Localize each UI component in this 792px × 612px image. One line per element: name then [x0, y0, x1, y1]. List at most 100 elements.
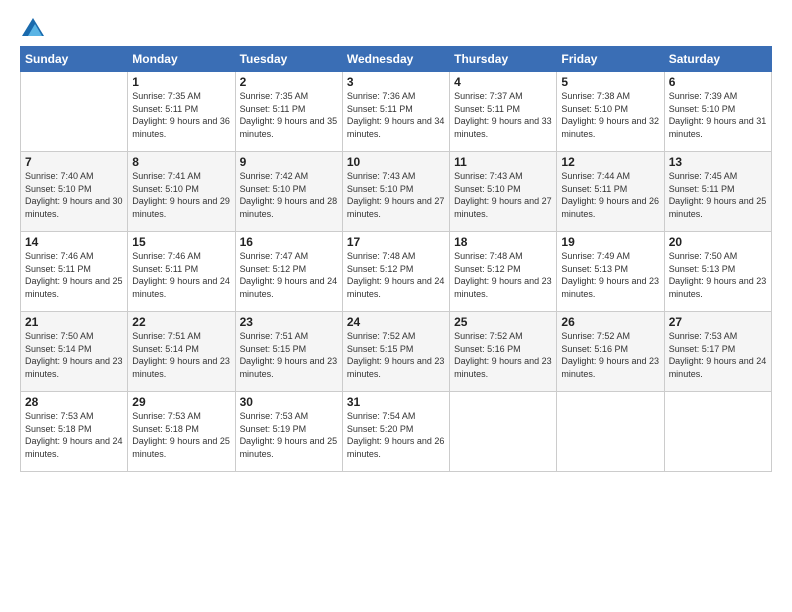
day-number: 13 [669, 155, 767, 169]
calendar-cell [450, 392, 557, 472]
day-number: 24 [347, 315, 445, 329]
day-info: Sunrise: 7:40 AMSunset: 5:10 PMDaylight:… [25, 170, 123, 220]
day-number: 8 [132, 155, 230, 169]
day-number: 28 [25, 395, 123, 409]
calendar-cell: 21Sunrise: 7:50 AMSunset: 5:14 PMDayligh… [21, 312, 128, 392]
day-number: 18 [454, 235, 552, 249]
day-number: 20 [669, 235, 767, 249]
week-row-4: 21Sunrise: 7:50 AMSunset: 5:14 PMDayligh… [21, 312, 772, 392]
calendar-cell: 4Sunrise: 7:37 AMSunset: 5:11 PMDaylight… [450, 72, 557, 152]
day-number: 10 [347, 155, 445, 169]
week-row-5: 28Sunrise: 7:53 AMSunset: 5:18 PMDayligh… [21, 392, 772, 472]
calendar-cell: 26Sunrise: 7:52 AMSunset: 5:16 PMDayligh… [557, 312, 664, 392]
day-number: 29 [132, 395, 230, 409]
logo-icon [22, 18, 44, 36]
calendar-cell: 23Sunrise: 7:51 AMSunset: 5:15 PMDayligh… [235, 312, 342, 392]
calendar-cell: 19Sunrise: 7:49 AMSunset: 5:13 PMDayligh… [557, 232, 664, 312]
day-info: Sunrise: 7:47 AMSunset: 5:12 PMDaylight:… [240, 250, 338, 300]
calendar-cell [557, 392, 664, 472]
calendar-cell: 14Sunrise: 7:46 AMSunset: 5:11 PMDayligh… [21, 232, 128, 312]
week-row-2: 7Sunrise: 7:40 AMSunset: 5:10 PMDaylight… [21, 152, 772, 232]
day-number: 21 [25, 315, 123, 329]
weekday-header-wednesday: Wednesday [342, 47, 449, 72]
calendar-cell: 8Sunrise: 7:41 AMSunset: 5:10 PMDaylight… [128, 152, 235, 232]
day-info: Sunrise: 7:52 AMSunset: 5:15 PMDaylight:… [347, 330, 445, 380]
day-number: 5 [561, 75, 659, 89]
day-info: Sunrise: 7:35 AMSunset: 5:11 PMDaylight:… [132, 90, 230, 140]
weekday-header-sunday: Sunday [21, 47, 128, 72]
day-number: 25 [454, 315, 552, 329]
day-info: Sunrise: 7:39 AMSunset: 5:10 PMDaylight:… [669, 90, 767, 140]
day-number: 4 [454, 75, 552, 89]
day-info: Sunrise: 7:46 AMSunset: 5:11 PMDaylight:… [132, 250, 230, 300]
calendar-cell: 31Sunrise: 7:54 AMSunset: 5:20 PMDayligh… [342, 392, 449, 472]
day-number: 23 [240, 315, 338, 329]
day-number: 19 [561, 235, 659, 249]
day-info: Sunrise: 7:45 AMSunset: 5:11 PMDaylight:… [669, 170, 767, 220]
day-info: Sunrise: 7:43 AMSunset: 5:10 PMDaylight:… [347, 170, 445, 220]
day-info: Sunrise: 7:52 AMSunset: 5:16 PMDaylight:… [454, 330, 552, 380]
day-info: Sunrise: 7:54 AMSunset: 5:20 PMDaylight:… [347, 410, 445, 460]
day-info: Sunrise: 7:35 AMSunset: 5:11 PMDaylight:… [240, 90, 338, 140]
day-number: 12 [561, 155, 659, 169]
day-info: Sunrise: 7:51 AMSunset: 5:15 PMDaylight:… [240, 330, 338, 380]
day-number: 9 [240, 155, 338, 169]
day-number: 15 [132, 235, 230, 249]
day-info: Sunrise: 7:44 AMSunset: 5:11 PMDaylight:… [561, 170, 659, 220]
day-info: Sunrise: 7:53 AMSunset: 5:18 PMDaylight:… [132, 410, 230, 460]
calendar-cell: 12Sunrise: 7:44 AMSunset: 5:11 PMDayligh… [557, 152, 664, 232]
weekday-header-friday: Friday [557, 47, 664, 72]
day-info: Sunrise: 7:53 AMSunset: 5:17 PMDaylight:… [669, 330, 767, 380]
calendar-cell: 27Sunrise: 7:53 AMSunset: 5:17 PMDayligh… [664, 312, 771, 392]
day-info: Sunrise: 7:52 AMSunset: 5:16 PMDaylight:… [561, 330, 659, 380]
calendar-cell: 30Sunrise: 7:53 AMSunset: 5:19 PMDayligh… [235, 392, 342, 472]
calendar-cell: 29Sunrise: 7:53 AMSunset: 5:18 PMDayligh… [128, 392, 235, 472]
calendar: SundayMondayTuesdayWednesdayThursdayFrid… [20, 46, 772, 472]
weekday-header-row: SundayMondayTuesdayWednesdayThursdayFrid… [21, 47, 772, 72]
day-info: Sunrise: 7:37 AMSunset: 5:11 PMDaylight:… [454, 90, 552, 140]
day-number: 31 [347, 395, 445, 409]
calendar-cell: 1Sunrise: 7:35 AMSunset: 5:11 PMDaylight… [128, 72, 235, 152]
day-info: Sunrise: 7:42 AMSunset: 5:10 PMDaylight:… [240, 170, 338, 220]
calendar-cell: 11Sunrise: 7:43 AMSunset: 5:10 PMDayligh… [450, 152, 557, 232]
calendar-cell: 6Sunrise: 7:39 AMSunset: 5:10 PMDaylight… [664, 72, 771, 152]
day-number: 30 [240, 395, 338, 409]
day-info: Sunrise: 7:43 AMSunset: 5:10 PMDaylight:… [454, 170, 552, 220]
calendar-cell: 3Sunrise: 7:36 AMSunset: 5:11 PMDaylight… [342, 72, 449, 152]
day-info: Sunrise: 7:50 AMSunset: 5:13 PMDaylight:… [669, 250, 767, 300]
calendar-cell [21, 72, 128, 152]
calendar-cell: 5Sunrise: 7:38 AMSunset: 5:10 PMDaylight… [557, 72, 664, 152]
calendar-cell: 9Sunrise: 7:42 AMSunset: 5:10 PMDaylight… [235, 152, 342, 232]
day-info: Sunrise: 7:36 AMSunset: 5:11 PMDaylight:… [347, 90, 445, 140]
day-info: Sunrise: 7:53 AMSunset: 5:18 PMDaylight:… [25, 410, 123, 460]
day-number: 2 [240, 75, 338, 89]
calendar-cell: 15Sunrise: 7:46 AMSunset: 5:11 PMDayligh… [128, 232, 235, 312]
weekday-header-thursday: Thursday [450, 47, 557, 72]
calendar-cell: 7Sunrise: 7:40 AMSunset: 5:10 PMDaylight… [21, 152, 128, 232]
day-number: 6 [669, 75, 767, 89]
day-info: Sunrise: 7:41 AMSunset: 5:10 PMDaylight:… [132, 170, 230, 220]
header [20, 18, 772, 36]
calendar-cell [664, 392, 771, 472]
day-info: Sunrise: 7:48 AMSunset: 5:12 PMDaylight:… [454, 250, 552, 300]
calendar-cell: 2Sunrise: 7:35 AMSunset: 5:11 PMDaylight… [235, 72, 342, 152]
day-number: 16 [240, 235, 338, 249]
calendar-cell: 16Sunrise: 7:47 AMSunset: 5:12 PMDayligh… [235, 232, 342, 312]
day-number: 1 [132, 75, 230, 89]
day-info: Sunrise: 7:46 AMSunset: 5:11 PMDaylight:… [25, 250, 123, 300]
calendar-cell: 28Sunrise: 7:53 AMSunset: 5:18 PMDayligh… [21, 392, 128, 472]
day-number: 27 [669, 315, 767, 329]
day-number: 26 [561, 315, 659, 329]
day-number: 14 [25, 235, 123, 249]
calendar-cell: 17Sunrise: 7:48 AMSunset: 5:12 PMDayligh… [342, 232, 449, 312]
week-row-1: 1Sunrise: 7:35 AMSunset: 5:11 PMDaylight… [21, 72, 772, 152]
weekday-header-saturday: Saturday [664, 47, 771, 72]
day-number: 3 [347, 75, 445, 89]
weekday-header-tuesday: Tuesday [235, 47, 342, 72]
page: SundayMondayTuesdayWednesdayThursdayFrid… [0, 0, 792, 612]
day-info: Sunrise: 7:53 AMSunset: 5:19 PMDaylight:… [240, 410, 338, 460]
calendar-cell: 10Sunrise: 7:43 AMSunset: 5:10 PMDayligh… [342, 152, 449, 232]
calendar-cell: 22Sunrise: 7:51 AMSunset: 5:14 PMDayligh… [128, 312, 235, 392]
week-row-3: 14Sunrise: 7:46 AMSunset: 5:11 PMDayligh… [21, 232, 772, 312]
logo [20, 18, 44, 36]
